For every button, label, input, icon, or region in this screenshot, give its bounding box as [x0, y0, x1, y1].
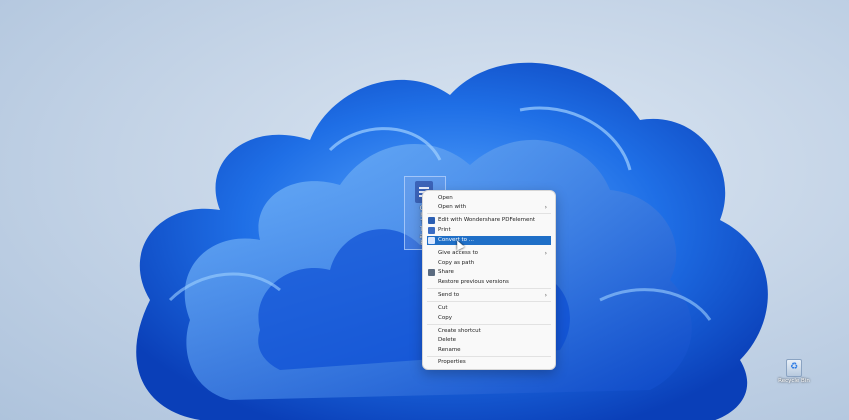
chevron-right-icon: › — [544, 250, 547, 257]
print-icon — [428, 227, 435, 234]
menu-separator — [427, 288, 551, 289]
recycle-bin-icon: ♻ — [786, 359, 802, 377]
pdfelement-icon — [428, 217, 435, 224]
menu-item-open[interactable]: Open — [427, 194, 551, 203]
menu-separator — [427, 356, 551, 357]
context-menu: Open Open with › Edit with Wondershare P… — [422, 190, 556, 370]
menu-item-print[interactable]: Print — [427, 226, 551, 235]
menu-separator — [427, 301, 551, 302]
menu-item-delete[interactable]: Delete — [427, 336, 551, 345]
menu-separator — [427, 213, 551, 214]
menu-item-copy[interactable]: Copy — [427, 314, 551, 323]
menu-item-convert-to[interactable]: Convert to ... — [427, 236, 551, 245]
chevron-right-icon: › — [544, 292, 547, 299]
menu-item-copy-as-path[interactable]: Copy as path — [427, 259, 551, 268]
menu-item-restore-previous-versions[interactable]: Restore previous versions — [427, 278, 551, 287]
menu-item-create-shortcut[interactable]: Create shortcut — [427, 327, 551, 336]
convert-icon — [428, 237, 435, 244]
menu-item-open-with[interactable]: Open with › — [427, 203, 551, 212]
recycle-bin-shortcut[interactable]: ♻ Recycle Bin — [777, 358, 811, 392]
chevron-right-icon: › — [544, 204, 547, 211]
menu-item-properties[interactable]: Properties — [427, 358, 551, 367]
menu-item-share[interactable]: Share — [427, 268, 551, 277]
menu-item-rename[interactable]: Rename — [427, 346, 551, 355]
menu-item-cut[interactable]: Cut — [427, 304, 551, 313]
menu-item-send-to[interactable]: Send to › — [427, 291, 551, 300]
share-icon — [428, 269, 435, 276]
menu-item-edit-with-pdfelement[interactable]: Edit with Wondershare PDFelement — [427, 216, 551, 225]
menu-item-give-access-to[interactable]: Give access to › — [427, 249, 551, 258]
menu-separator — [427, 324, 551, 325]
recycle-bin-label: Recycle Bin — [778, 378, 810, 384]
